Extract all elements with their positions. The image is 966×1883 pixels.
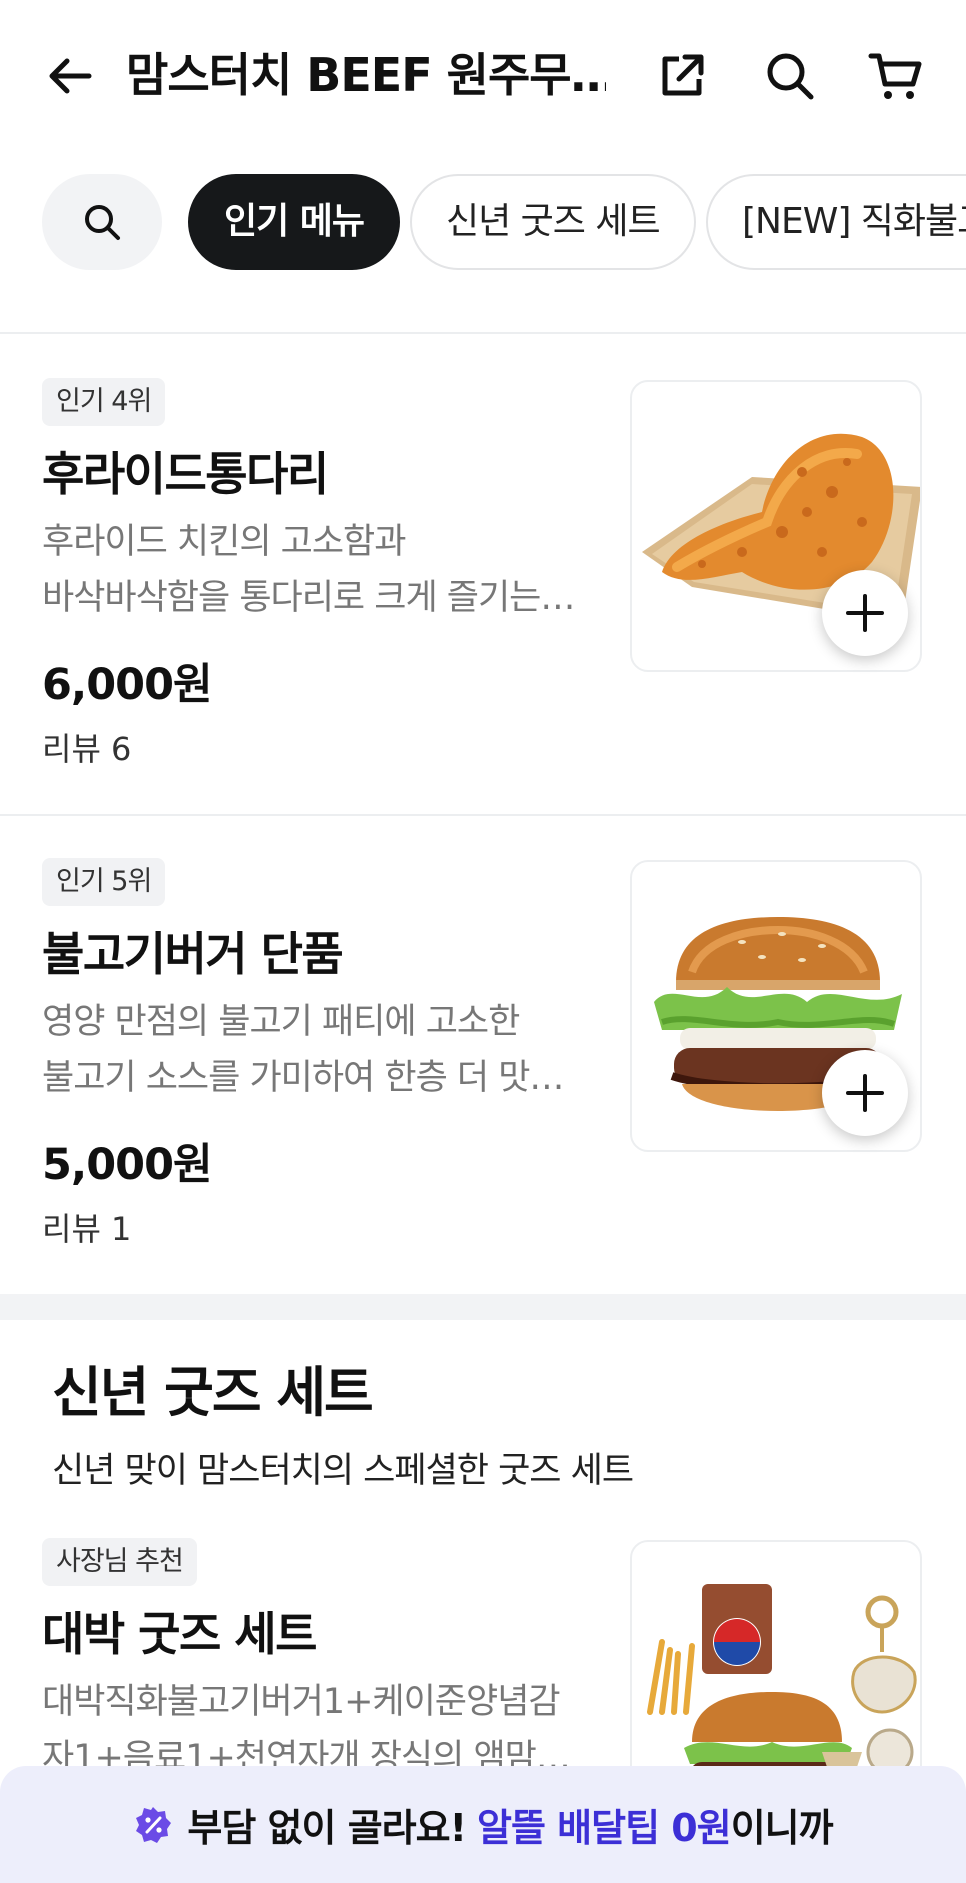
plus-icon: [846, 1074, 884, 1112]
item-price: 5,000원: [42, 1140, 213, 1190]
search-button[interactable]: [758, 44, 822, 108]
item-review-count: 리뷰 6: [42, 730, 132, 768]
section-title: 신년 굿즈 세트: [52, 1361, 374, 1424]
tab-popular-menu[interactable]: 인기 메뉴: [188, 174, 401, 270]
banner-accent-text: 알뜰 배달팁 0원: [477, 1806, 732, 1850]
share-button[interactable]: [650, 44, 714, 108]
item-price: 6,000원: [42, 660, 213, 710]
rank-badge: 인기 5위: [42, 858, 166, 906]
category-search-button[interactable]: [42, 174, 162, 270]
plus-icon: [846, 594, 884, 632]
tab-new-year-goods-set[interactable]: 신년 굿즈 세트: [410, 174, 696, 270]
divider: [0, 814, 966, 816]
back-arrow-icon: [49, 58, 92, 94]
back-button[interactable]: [40, 46, 100, 106]
free-delivery-banner[interactable]: 부담 없이 골라요! 알뜰 배달팁 0원 이니까: [0, 1766, 966, 1883]
header: 맘스터치 BEEF 원주무…: [0, 0, 966, 150]
section-divider: [0, 1294, 966, 1320]
store-title: 맘스터치 BEEF 원주무…: [126, 48, 606, 102]
banner-text-suffix: 이니까: [730, 1806, 834, 1850]
item-name: 대박 굿즈 세트: [42, 1607, 317, 1661]
tab-new-bulgogi[interactable]: [NEW] 직화불고: [706, 174, 966, 270]
item-description: 영양 만점의 불고기 패티에 고소한 불고기 소스를 가미하여 한층 더 맛…: [42, 1002, 564, 1098]
cart-icon: [868, 53, 922, 99]
category-tabs: 인기 메뉴 신년 굿즈 세트 [NEW] 직화불고: [0, 172, 966, 272]
rank-badge: 인기 4위: [42, 378, 166, 426]
discount-badge-icon: [133, 1805, 173, 1845]
add-to-cart-button[interactable]: [822, 570, 908, 656]
item-name: 불고기버거 단품: [42, 927, 344, 981]
cart-button[interactable]: [864, 44, 928, 108]
section-subtitle: 신년 맞이 맘스터치의 스페셜한 굿즈 세트: [52, 1451, 634, 1491]
divider: [0, 332, 966, 334]
item-name: 후라이드통다리: [42, 447, 329, 501]
share-icon: [662, 54, 704, 96]
search-icon: [767, 53, 814, 100]
add-to-cart-button[interactable]: [822, 1050, 908, 1136]
recommend-badge: 사장님 추천: [42, 1538, 197, 1586]
item-review-count: 리뷰 1: [42, 1210, 132, 1248]
item-description: 후라이드 치킨의 고소함과 바삭바삭함을 통다리로 크게 즐기는…: [42, 522, 575, 618]
search-icon: [85, 205, 120, 240]
banner-text: 부담 없이 골라요!: [187, 1806, 467, 1850]
